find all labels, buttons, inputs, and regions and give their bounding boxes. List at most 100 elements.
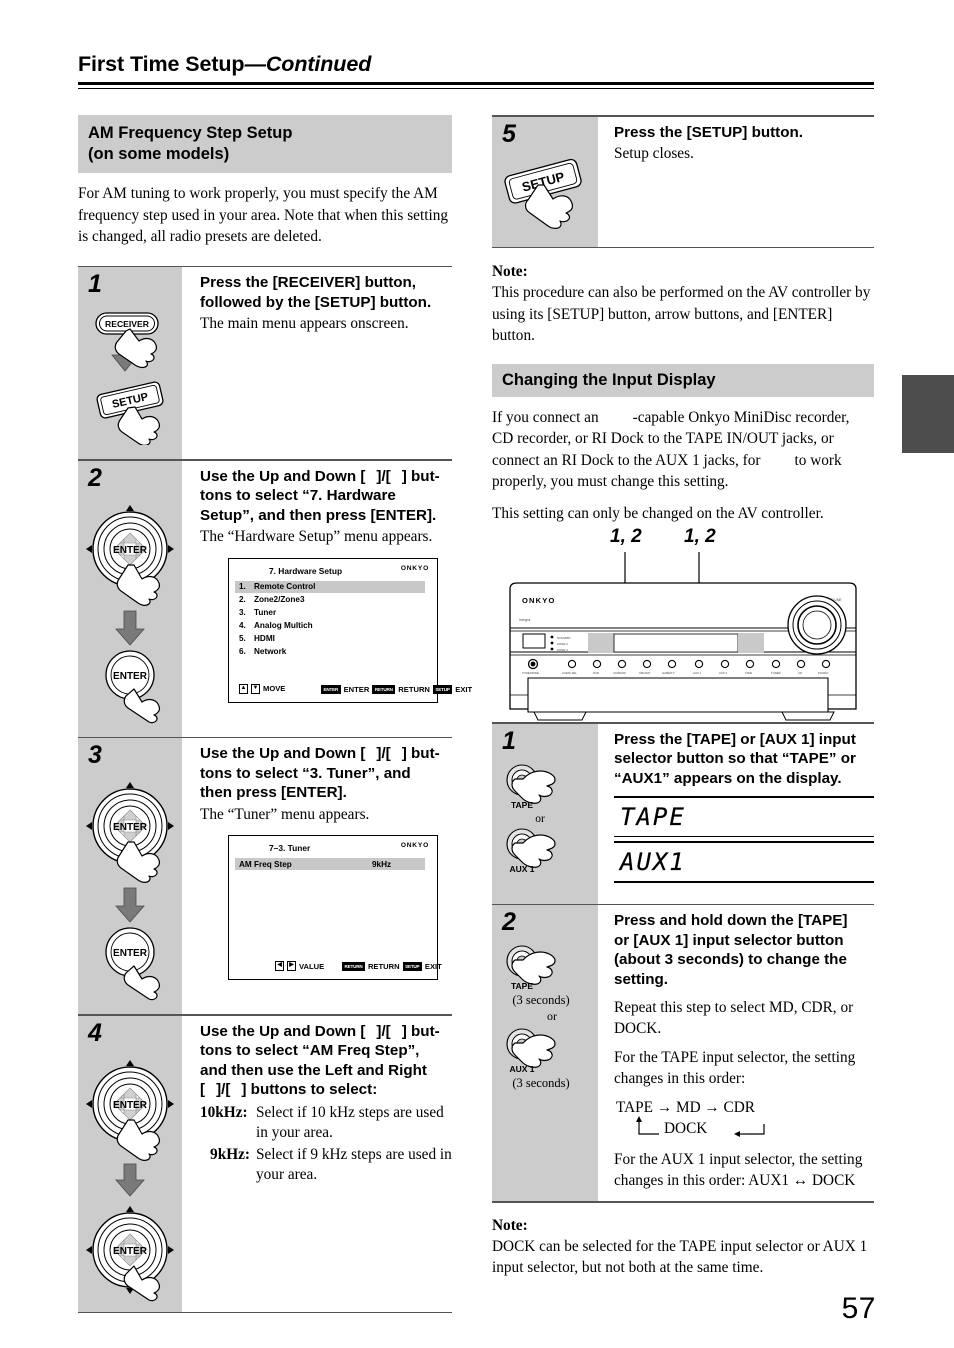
step-4-option-10khz: 10kHz: Select if 10 kHz steps are used i… [200, 1103, 452, 1144]
step-4-title-line1: Use the Up and Down []/[] but- [200, 1022, 440, 1040]
svg-text:CBL/SAT: CBL/SAT [639, 671, 651, 675]
right-column: 5 SETUP Press the [SETUP] button. Setup … [492, 115, 874, 1279]
input-step-2-title-line1: Press and hold down the [TAPE] [614, 912, 848, 930]
tape-aux-hold-svg: TAPE (3 seconds) or AUX 1 (3 seconds) [506, 945, 570, 1090]
section-heading-line1: AM Frequency Step Setup [88, 124, 293, 142]
step-row-4: 4 ENTER ENTER Use the Up and Down []/[… [78, 1015, 452, 1312]
note-2-text: DOCK can be selected for the TAPE input … [492, 1237, 868, 1277]
osd-item-5[interactable]: 5. HDMI [239, 634, 275, 643]
osd-item-4[interactable]: 4. Analog Multich [239, 621, 313, 630]
osd-footer-actions: RETURN RETURN SETUP EXIT [342, 962, 442, 972]
down-arrow-icon: ▼ [251, 683, 260, 694]
svg-text:VCR/DVR: VCR/DVR [613, 671, 626, 675]
left-arrow-icon: ◀ [275, 961, 284, 972]
input-step-2-desc3: For the AUX 1 input selector, the settin… [614, 1151, 863, 1189]
step-2-desc: The “Hardware Setup” menu appears. [200, 528, 433, 546]
svg-text:ENTER: ENTER [113, 545, 148, 556]
down-arrow-icon-3 [115, 887, 145, 923]
step-4-illustration-cell: 4 ENTER ENTER [78, 1015, 182, 1312]
note-block-1: Note: This procedure can also be perform… [492, 261, 874, 347]
step-4-text-cell: Use the Up and Down []/[] but- tons to s… [182, 1016, 452, 1312]
svg-text:GAME/TV: GAME/TV [662, 671, 675, 675]
manual-page: First Time Setup—Continued AM Frequency … [0, 0, 954, 1348]
svg-text:TAPE: TAPE [511, 800, 533, 810]
step-5-desc: Setup closes. [614, 145, 694, 163]
svg-text:AUX 1: AUX 1 [509, 1064, 534, 1074]
input-step-2-title-line4: setting. [614, 970, 669, 988]
osd-item-3[interactable]: 3. Tuner [239, 608, 276, 617]
tape-aux-buttons-svg: TAPE or AUX 1 [506, 764, 556, 874]
svg-text:ZONE 2: ZONE 2 [557, 642, 568, 646]
panel-art-tape-aux: TAPE or AUX 1 [492, 760, 598, 896]
step-divider-bottom [492, 246, 874, 249]
svg-text:ENTER: ENTER [113, 1100, 148, 1111]
right-arrow-icon: ▶ [287, 961, 296, 972]
step-1-title: Press the [RECEIVER] button, followed by… [200, 273, 452, 312]
osd-item-1[interactable]: 1. Remote Control [239, 582, 315, 591]
osd-tuner: ONKYO 7–3. Tuner AM Freq Step 9kHz ◀ ▶ VA… [228, 835, 442, 981]
input-step-2-title-line2: or [AUX 1] input selector button [614, 931, 844, 949]
remote-buttons-svg: RECEIVER SETUP [95, 312, 164, 447]
step-row-2: 2 ENTER ENTER Use the Up and Down []/[… [78, 460, 472, 737]
fl-rule-bottom [614, 881, 874, 883]
option-text-10khz: Select if 10 kHz steps are used in your … [256, 1103, 444, 1142]
fl-rule-mid [614, 835, 874, 838]
setup-button-svg: SETUP [504, 158, 582, 229]
return-keycap: RETURN [342, 962, 365, 972]
input-step-1-illustration-cell: 1 TAPE or AUX 1 [492, 723, 598, 904]
pointing-hand-icon-2 [117, 406, 161, 447]
svg-text:CD: CD [798, 671, 802, 675]
step-2-illustration-cell: 2 ENTER ENTER [78, 460, 182, 737]
input-step-row-1: 1 TAPE or AUX 1 Press the [TAPE] or [AUX… [492, 723, 874, 904]
callout-left: 1, 2 [610, 526, 642, 548]
receiver-illustration: 1, 2 1, 2 ONKYO Integra MASTER VOLUME [492, 526, 874, 722]
section-heading-am-frequency: AM Frequency Step Setup (on some models) [78, 115, 452, 173]
input-step-row-2: 2 TAPE (3 seconds) or AUX 1 (3 seconds) … [492, 905, 874, 1202]
nav-wheel-svg-3: ENTER ENTER [86, 1059, 174, 1302]
osd-item-2[interactable]: 2. Zone2/Zone3 [239, 595, 305, 604]
input-step-1-title: Press the [TAPE] or [AUX 1] input select… [614, 730, 874, 789]
step-2-title: Use the Up and Down []/[] but- tons to s… [200, 467, 452, 526]
down-arrow-icon-2 [115, 610, 145, 646]
svg-text:AUDIO SEL: AUDIO SEL [562, 671, 577, 675]
step-3-title: Use the Up and Down []/[] but- tons to s… [200, 744, 452, 803]
step-4-option-9khz: 9kHz: Select if 9 kHz steps are used in … [200, 1145, 452, 1186]
osd-item-6[interactable]: 6. Network [239, 647, 286, 656]
input-step-2-desc2: For the TAPE input selector, the setting… [614, 1049, 856, 1087]
remote-art-nav-enter-2: ENTER ENTER [78, 774, 182, 1006]
left-column: AM Frequency Step Setup (on some models)… [78, 115, 472, 1314]
page-title: First Time Setup—Continued [78, 52, 874, 77]
svg-text:or: or [535, 813, 545, 825]
input-step-1-number: 1 [502, 726, 516, 755]
remote-art-nav-enter-1: ENTER ENTER [78, 497, 182, 729]
step-row-3: 3 ENTER ENTER Use the Up and Down []/[… [78, 738, 452, 1015]
svg-text:TAPE: TAPE [745, 671, 752, 675]
return-keycap: RETURN [372, 684, 396, 694]
osd-row-am-freq-step-value[interactable]: 9kHz [372, 860, 391, 869]
svg-text:Integra: Integra [519, 618, 530, 622]
step-1-title-line1: Press the [RECEIVER] button, [200, 274, 417, 292]
svg-text:AUX 1: AUX 1 [509, 864, 534, 874]
fl-display-value-aux1: AUX1 [620, 848, 686, 877]
option-label-9khz: 9kHz: [210, 1145, 250, 1163]
input-step-2-number: 2 [502, 908, 516, 937]
input-step-2-title: Press and hold down the [TAPE] or [AUX 1… [614, 911, 874, 989]
setup-keycap: SETUP [402, 962, 422, 972]
osd-title: 7. Hardware Setup [269, 565, 343, 576]
osd-brand-logo: ONKYO [400, 564, 429, 572]
input-step-2-illustration-cell: 2 TAPE (3 seconds) or AUX 1 (3 seconds) [492, 905, 598, 1202]
step-4-title: Use the Up and Down []/[] but- tons to s… [200, 1022, 452, 1100]
svg-text:AUX 2: AUX 2 [719, 671, 728, 675]
note-2-label: Note: [492, 1216, 528, 1234]
step-5-number: 5 [502, 119, 516, 148]
svg-text:(3 seconds): (3 seconds) [512, 993, 569, 1007]
osd-hardware-setup: ONKYO 7. Hardware Setup 1. Remote Control… [228, 557, 472, 703]
fl-display-aux1: AUX1 [614, 841, 874, 883]
osd-brand-logo: ONKYO [400, 842, 429, 850]
option-label-10khz: 10kHz: [200, 1103, 248, 1121]
am-frequency-intro: For AM tuning to work properly, you must… [78, 185, 448, 245]
osd-row-am-freq-step[interactable]: AM Freq Step [239, 860, 292, 869]
section-heading-input-display: Changing the Input Display [492, 363, 874, 397]
tape-cycle-diagram: TAPE → MD → CDR DOCK [614, 1098, 874, 1142]
step-3-desc: The “Tuner” menu appears. [200, 805, 370, 823]
